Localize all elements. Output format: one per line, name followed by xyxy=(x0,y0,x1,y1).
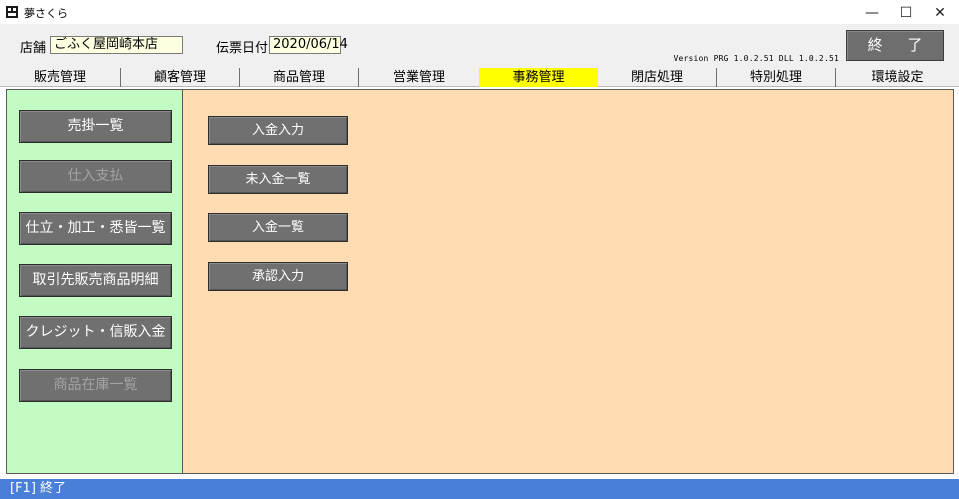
unpaid-list-button[interactable]: 未入金一覧 xyxy=(208,165,348,194)
product-stock-list-button[interactable]: 商品在庫一覧 xyxy=(19,369,172,402)
version-text: Version PRG 1.0.2.51 DLL 1.0.2.51 xyxy=(673,54,839,63)
payment-entry-button[interactable]: 入金入力 xyxy=(208,116,348,145)
accounts-receivable-list-button[interactable]: 売掛一覧 xyxy=(19,110,172,143)
content-area: 売掛一覧 仕入支払 仕立・加工・悉皆一覧 取引先販売商品明細 クレジット・信販入… xyxy=(6,89,954,474)
tab-settings[interactable]: 環境設定 xyxy=(836,68,959,87)
window-title: 夢さくら xyxy=(24,7,68,20)
maximize-icon: ☐ xyxy=(899,4,913,21)
tab-sales[interactable]: 販売管理 xyxy=(0,68,121,87)
date-label: 伝票日付 xyxy=(216,41,269,56)
tab-bar: 販売管理 顧客管理 商品管理 営業管理 事務管理 閉店処理 特別処理 環境設定 xyxy=(0,68,959,87)
tab-business[interactable]: 営業管理 xyxy=(359,68,479,87)
store-label: 店舗 xyxy=(20,41,47,56)
minimize-icon: — xyxy=(865,4,879,21)
purchase-payment-button[interactable]: 仕入支払 xyxy=(19,160,172,193)
tab-products[interactable]: 商品管理 xyxy=(240,68,359,87)
minimize-button[interactable]: — xyxy=(855,0,889,25)
left-menu-panel: 売掛一覧 仕入支払 仕立・加工・悉皆一覧 取引先販売商品明細 クレジット・信販入… xyxy=(7,90,183,473)
approval-entry-button[interactable]: 承認入力 xyxy=(208,262,348,291)
exit-button[interactable]: 終 了 xyxy=(846,30,944,61)
date-field[interactable]: 2020/06/14 xyxy=(269,36,348,54)
status-bar: [F1] 終了 xyxy=(0,479,959,499)
supplier-sales-detail-button[interactable]: 取引先販売商品明細 xyxy=(19,264,172,297)
tab-office[interactable]: 事務管理 xyxy=(479,68,598,87)
tab-customers[interactable]: 顧客管理 xyxy=(121,68,240,87)
store-field[interactable]: ごふく屋岡崎本店 xyxy=(50,36,183,54)
close-icon: ✕ xyxy=(934,4,946,21)
payment-list-button[interactable]: 入金一覧 xyxy=(208,213,348,242)
credit-payment-button[interactable]: クレジット・信販入金 xyxy=(19,316,172,349)
tab-special[interactable]: 特別処理 xyxy=(717,68,836,87)
tailoring-processing-list-button[interactable]: 仕立・加工・悉皆一覧 xyxy=(19,212,172,245)
maximize-button[interactable]: ☐ xyxy=(889,0,923,25)
close-button[interactable]: ✕ xyxy=(923,0,957,25)
app-icon xyxy=(6,6,18,18)
tab-closing[interactable]: 閉店処理 xyxy=(598,68,717,87)
title-bar: 夢さくら — ☐ ✕ xyxy=(0,0,959,25)
